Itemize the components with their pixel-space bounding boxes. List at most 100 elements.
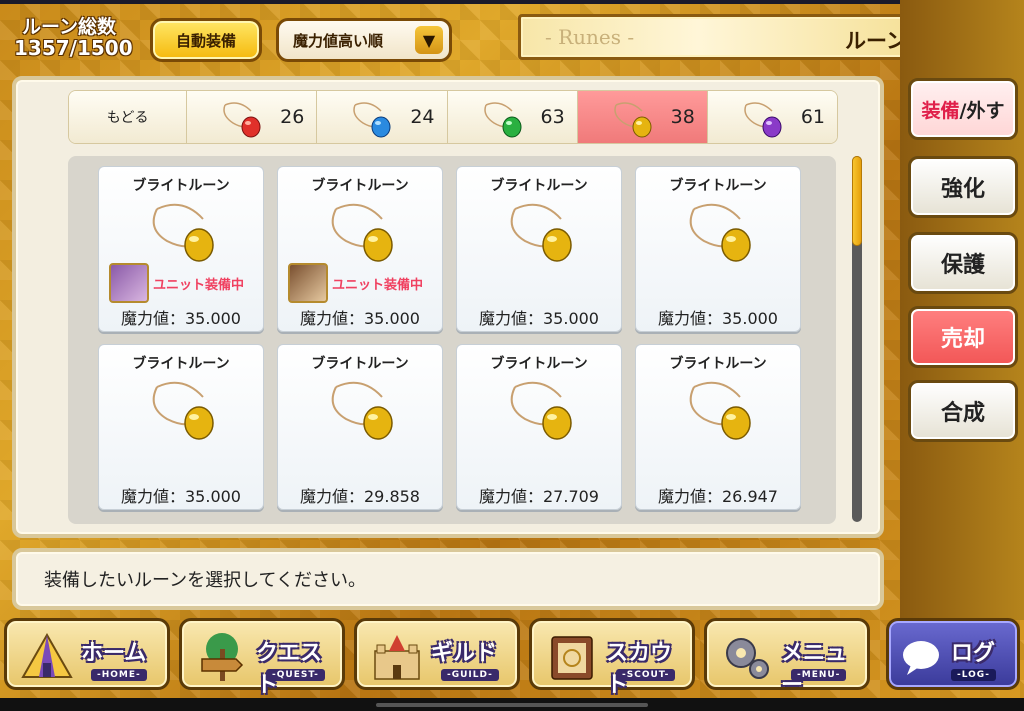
- nav-menu-sub: -MENU-: [791, 669, 847, 681]
- equip-label: 装備: [921, 99, 960, 122]
- equipped-status: ユニット装備中: [153, 278, 245, 293]
- yellow-rune-gem-icon: [613, 102, 652, 138]
- nav-guild-label: ギルド: [431, 641, 498, 666]
- chevron-down-icon: ▼: [415, 26, 443, 54]
- equipped-status: ユニット装備中: [332, 278, 424, 293]
- guild-castle-icon: [374, 635, 420, 680]
- rune-card[interactable]: ブライトルーン ユニット装備中 魔力値：35.000: [277, 166, 443, 332]
- bright-rune-icon: [689, 381, 751, 440]
- nav-menu[interactable]: メニュー -MENU-: [704, 618, 870, 698]
- tab-back[interactable]: もどる: [69, 91, 188, 143]
- rune-card[interactable]: ブライトルーン 魔力値：29.858: [277, 344, 443, 510]
- red-rune-gem-icon: [223, 102, 261, 138]
- rune-power: 魔力値：35.000: [121, 487, 241, 506]
- rune-power: 魔力値：35.000: [300, 309, 420, 328]
- sell-button[interactable]: 売却: [908, 306, 1018, 368]
- rune-power: 魔力値：29.858: [300, 487, 420, 506]
- instruction-text: 装備したいルーンを選択してください。: [44, 570, 367, 591]
- enhance-button[interactable]: 強化: [908, 156, 1018, 218]
- title-english: - Runes -: [545, 25, 635, 49]
- nav-home-label: ホーム: [81, 641, 147, 666]
- nav-log[interactable]: ログ -LOG-: [886, 618, 1020, 690]
- bright-rune-icon: [331, 381, 393, 440]
- nav-log-label: ログ: [951, 641, 996, 666]
- nav-scout-sub: -SCOUT-: [616, 669, 676, 681]
- rune-filter-tabs: もどる 26 24 63 38 61: [68, 90, 838, 144]
- tab-green-rune[interactable]: 63: [447, 91, 578, 143]
- rune-card[interactable]: ブライトルーン 魔力値：27.709: [456, 344, 622, 510]
- rune-card[interactable]: ブライトルーン 魔力値：35.000: [635, 166, 801, 332]
- protect-button[interactable]: 保護: [908, 232, 1018, 294]
- rune-power: 魔力値：35.000: [479, 309, 599, 328]
- rune-name: ブライトルーン: [311, 356, 409, 372]
- bright-rune-icon: [331, 203, 393, 262]
- remove-label: /外す: [959, 99, 1005, 122]
- auto-equip-button[interactable]: 自動装備: [150, 18, 262, 62]
- equipped-unit-avatar: [288, 263, 328, 303]
- purple-rune-count: 61: [800, 106, 826, 128]
- nav-home[interactable]: ホーム -HOME-: [4, 618, 170, 690]
- nav-quest[interactable]: クエスト -QUEST-: [179, 618, 345, 698]
- nav-quest-sub: -QUEST-: [266, 669, 325, 681]
- bright-rune-icon: [689, 203, 751, 262]
- scrollbar-thumb[interactable]: [852, 156, 862, 246]
- rune-power: 魔力値：35.000: [121, 309, 241, 328]
- yellow-rune-count: 38: [670, 106, 695, 128]
- green-rune-gem-icon: [483, 102, 522, 138]
- combine-button[interactable]: 合成: [908, 380, 1018, 442]
- blue-rune-gem-icon: [353, 102, 391, 138]
- nav-quest-label: クエスト: [256, 641, 323, 698]
- nav-scout-label: スカウト: [606, 641, 673, 698]
- rune-card[interactable]: ブライトルーン 魔力値：35.000: [456, 166, 622, 332]
- rune-name: ブライトルーン: [490, 178, 588, 194]
- equip-remove-button[interactable]: 装備/外す: [908, 78, 1018, 140]
- home-indicator[interactable]: [376, 703, 648, 707]
- bright-rune-icon: [510, 203, 572, 262]
- green-rune-count: 63: [540, 106, 565, 128]
- rune-power: 魔力値：35.000: [658, 309, 778, 328]
- rune-card[interactable]: ブライトルーン 魔力値：26.947: [635, 344, 801, 510]
- back-label: もどる: [106, 110, 149, 126]
- tab-blue-rune[interactable]: 24: [317, 91, 448, 143]
- quest-signpost-icon: [201, 633, 244, 681]
- instruction-message: 装備したいルーンを選択してください。: [12, 548, 884, 610]
- tab-purple-rune[interactable]: 61: [707, 91, 837, 143]
- bright-rune-icon: [510, 381, 572, 440]
- tab-yellow-rune[interactable]: 38: [577, 91, 708, 143]
- nav-scout[interactable]: スカウト -SCOUT-: [529, 618, 695, 698]
- rune-name: ブライトルーン: [132, 178, 230, 194]
- title-banner: - Runes - ルーン一覧: [518, 14, 966, 60]
- rune-name: ブライトルーン: [669, 178, 767, 194]
- home-tent-icon: [21, 632, 73, 678]
- scrollbar[interactable]: [852, 156, 862, 522]
- rune-card[interactable]: ブライトルーン 魔力値：35.000: [98, 344, 264, 510]
- rune-name: ブライトルーン: [132, 356, 230, 372]
- rune-list-panel: もどる 26 24 63 38 61 ブライトルーン ユニット装備中 魔力値：3…: [12, 76, 884, 538]
- rune-card[interactable]: ブライトルーン ユニット装備中 魔力値：35.000: [98, 166, 264, 332]
- rune-name: ブライトルーン: [669, 356, 767, 372]
- bright-rune-icon: [152, 203, 214, 262]
- rune-count-value: 1357/1500: [14, 36, 133, 60]
- rune-power: 魔力値：26.947: [658, 487, 778, 506]
- rune-name: ブライトルーン: [311, 178, 409, 194]
- nav-menu-label: メニュー: [781, 641, 848, 698]
- rune-grid: ブライトルーン ユニット装備中 魔力値：35.000 ブライトルーン ユニット装…: [68, 156, 836, 524]
- nav-log-sub: -LOG-: [951, 669, 996, 681]
- tab-red-rune[interactable]: 26: [187, 91, 318, 143]
- sort-selected-value: 魔力値高い順: [293, 31, 384, 50]
- scout-book-icon: [551, 636, 593, 680]
- menu-gear-icon: [726, 638, 769, 679]
- rune-count-label: ルーン総数: [22, 16, 117, 38]
- blue-rune-count: 24: [410, 106, 435, 128]
- sort-dropdown[interactable]: 魔力値高い順 ▼: [276, 18, 452, 62]
- top-strip: [0, 0, 1024, 4]
- bottom-navigation: ホーム -HOME- クエスト -QUEST- ギルド -GUILD- スカウト…: [0, 618, 1024, 698]
- nav-guild[interactable]: ギルド -GUILD-: [354, 618, 520, 690]
- nav-guild-sub: -GUILD-: [441, 669, 499, 681]
- rune-power: 魔力値：27.709: [479, 487, 599, 506]
- nav-home-sub: -HOME-: [91, 669, 147, 681]
- log-chat-icon: [903, 641, 939, 675]
- rune-name: ブライトルーン: [490, 356, 588, 372]
- purple-rune-gem-icon: [744, 102, 782, 138]
- red-rune-count: 26: [280, 106, 305, 128]
